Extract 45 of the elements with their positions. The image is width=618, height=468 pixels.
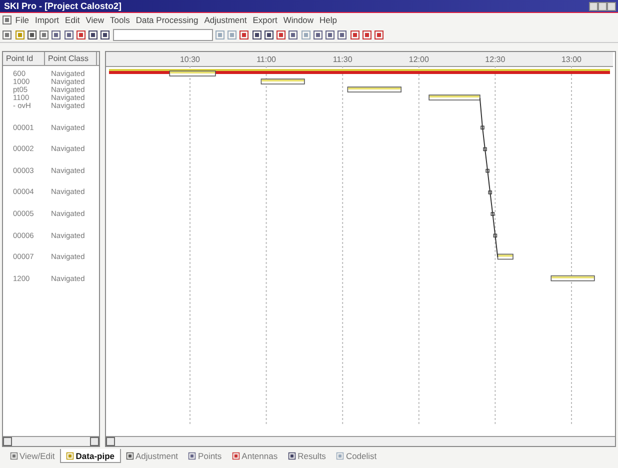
menu-item[interactable]: View	[82, 13, 107, 27]
point-marker	[490, 212, 495, 216]
tab[interactable]: Results	[282, 449, 331, 463]
time-bar	[428, 94, 480, 100]
menu-item[interactable]: Help	[316, 13, 340, 27]
tick-label: 12:30	[485, 55, 506, 64]
point-marker	[488, 190, 492, 194]
menu-item[interactable]: Adjustment	[201, 13, 250, 27]
menu-item[interactable]: Tools	[106, 13, 133, 27]
time-bar	[260, 78, 305, 84]
menu-item[interactable]: Export	[250, 13, 280, 27]
tab[interactable]: Codelist	[330, 449, 382, 463]
time-bar	[169, 70, 216, 76]
time-bar	[497, 254, 514, 260]
maximize-button[interactable]	[598, 2, 607, 10]
tick-label: 12:00	[408, 55, 429, 64]
menu-item[interactable]: File	[12, 13, 32, 27]
menu-item[interactable]: Import	[32, 13, 62, 27]
time-bar	[347, 86, 402, 92]
point-marker	[493, 234, 498, 238]
minimize-button[interactable]	[588, 2, 598, 10]
scroll-left-button[interactable]	[106, 437, 115, 446]
tab[interactable]: Antennas	[226, 449, 283, 463]
window-title: SKI Pro - [Project Calosto2]	[4, 0, 122, 12]
close-button[interactable]	[606, 2, 616, 10]
column-header[interactable]: Point Class	[45, 52, 97, 65]
menu-item[interactable]: Window	[280, 13, 317, 27]
tick-label: 10:30	[180, 55, 200, 64]
point-marker	[480, 126, 484, 130]
point-marker	[486, 168, 490, 173]
tick-label: 13:00	[561, 55, 582, 64]
dropdown-field[interactable]	[112, 28, 212, 40]
tab[interactable]: Adjustment	[120, 449, 184, 463]
tick-label: 11:00	[256, 55, 276, 64]
scroll-left-button[interactable]	[3, 437, 12, 446]
column-header[interactable]: Point Id	[3, 52, 45, 65]
point-marker	[483, 147, 487, 152]
tab[interactable]: Points	[183, 449, 227, 463]
menu-item[interactable]: Edit	[62, 13, 83, 27]
time-bar	[550, 275, 595, 282]
scroll-right-button[interactable]	[90, 437, 99, 446]
tab[interactable]: View/Edit	[4, 449, 60, 463]
tick-label: 11:30	[332, 55, 352, 64]
menu-item[interactable]: Data Processing	[132, 13, 202, 27]
tab[interactable]: Data-pipe	[60, 449, 121, 463]
